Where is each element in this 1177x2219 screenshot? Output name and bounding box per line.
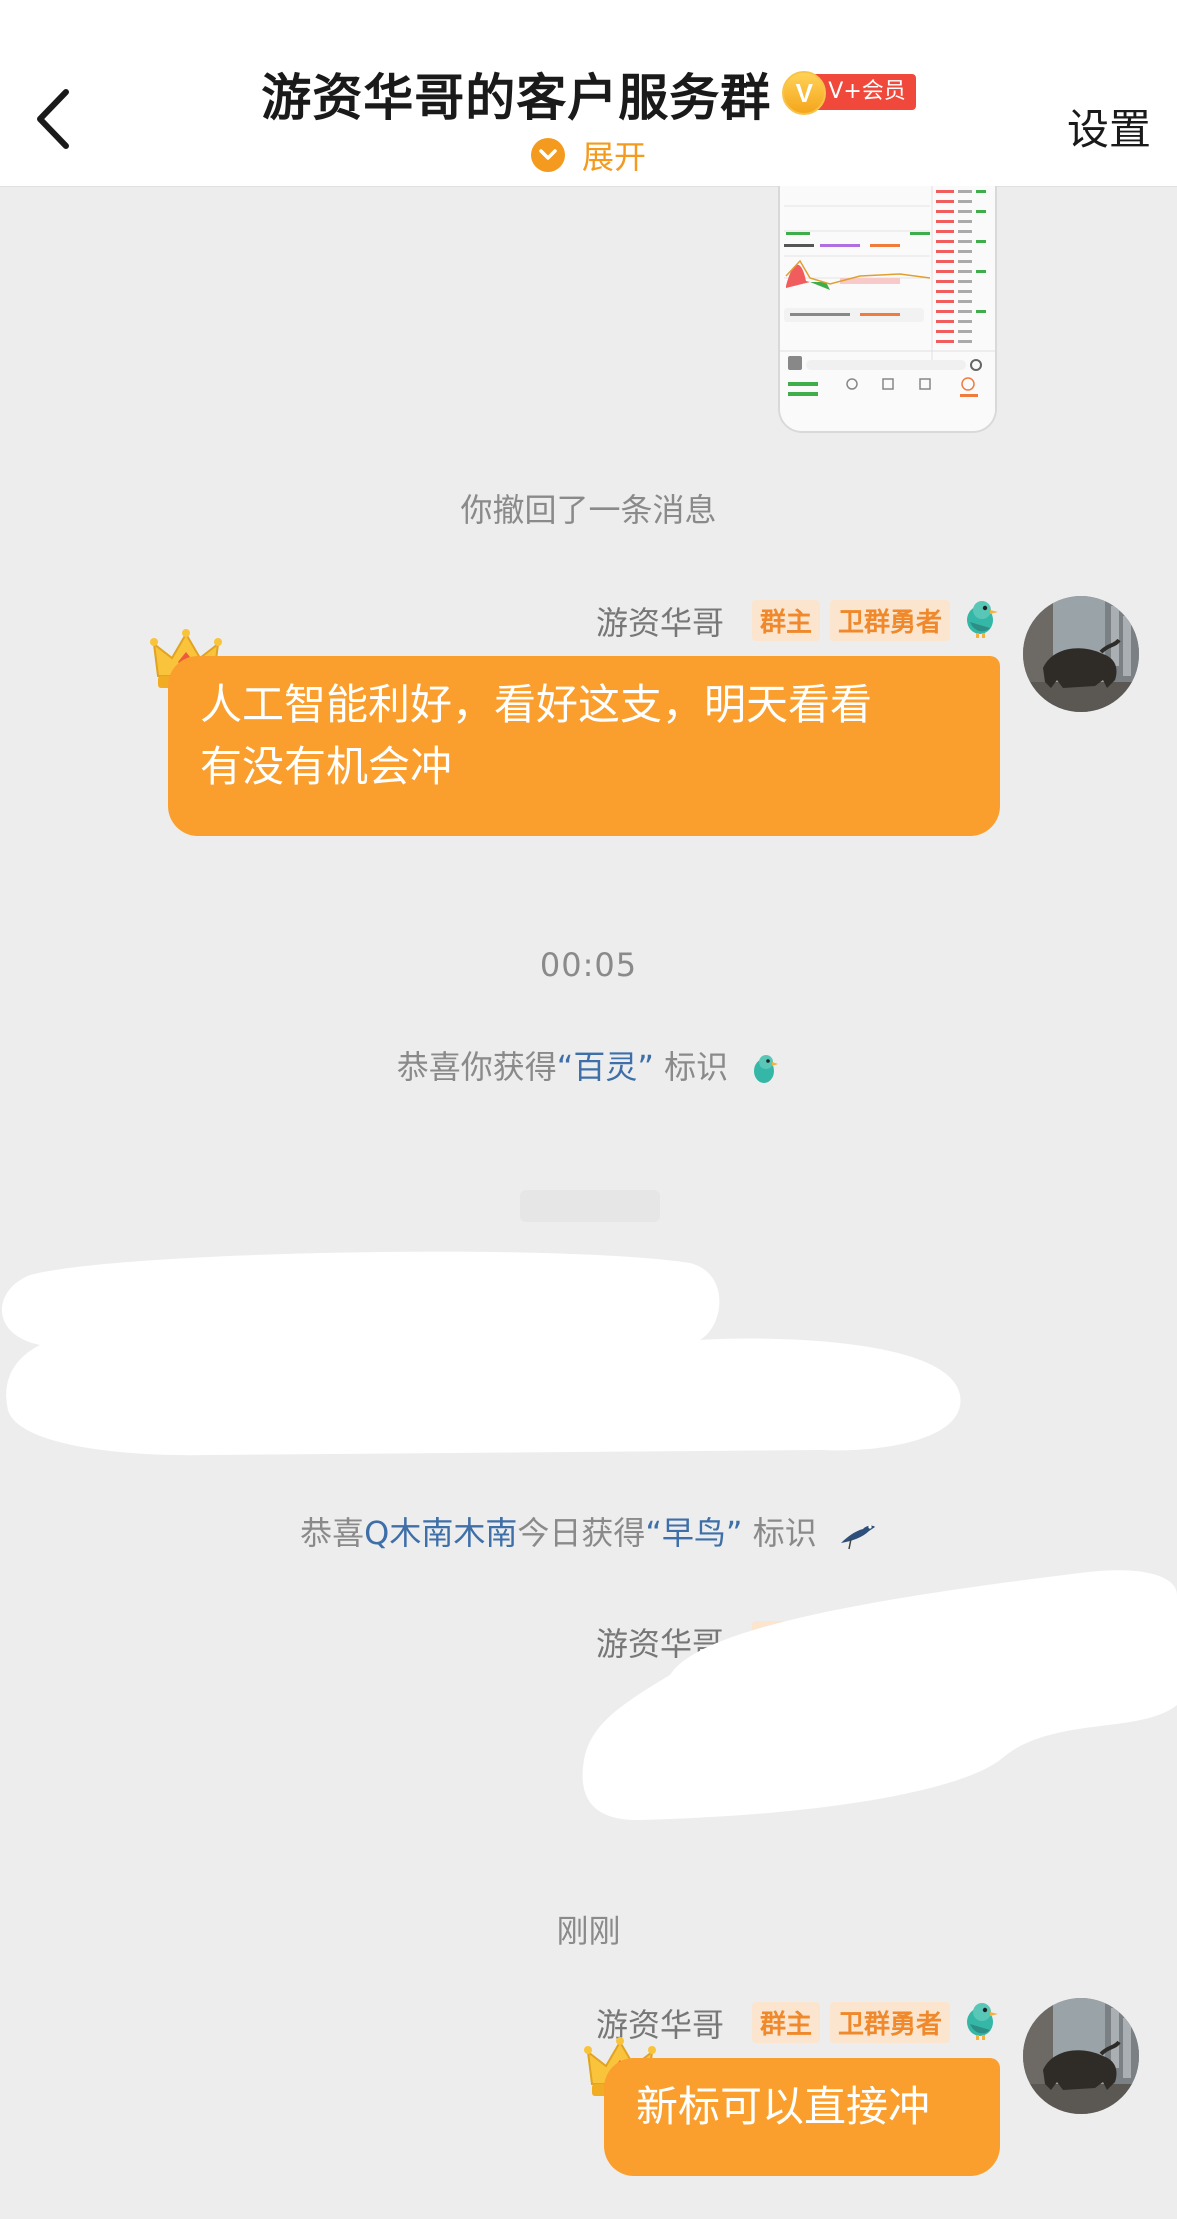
vip-v-icon: V	[782, 71, 827, 115]
timestamp: 刚刚	[0, 1906, 1177, 1952]
chat-header: 游资华哥的客户服务群 V V+会员 展开 设置	[0, 0, 1177, 187]
message-bubble[interactable]: 新标可以直接冲	[604, 2058, 1000, 2176]
stock-chart-thumbnail	[780, 186, 995, 431]
chevron-down-icon	[530, 138, 565, 172]
user-link[interactable]: Q木南木南	[364, 1514, 517, 1552]
notice-suffix: 标识	[752, 1514, 817, 1552]
redaction-blob	[1, 1251, 961, 1456]
settings-button[interactable]: 设置	[1067, 96, 1151, 157]
bull-statue-photo	[1023, 596, 1139, 712]
early-bird-notice: 恭喜Q木南木南今日获得“早鸟” 标识	[0, 1508, 1177, 1554]
message-bubble[interactable]: 人工智能利好，看好这支，明天看看 有没有机会冲	[168, 656, 1000, 836]
timestamp-text: 00:05	[539, 946, 638, 984]
owner-tag: 群主	[752, 2002, 821, 2043]
title-row: 游资华哥的客户服务群 V V+会员	[0, 58, 1177, 130]
expand-toggle[interactable]: 展开	[0, 132, 1177, 178]
owner-tag: 群主	[752, 600, 821, 641]
bull-statue-photo	[1023, 1998, 1139, 2114]
redaction-blob	[582, 1570, 1177, 1821]
guard-tag: 卫群勇者	[830, 2002, 951, 2043]
bird-badge-icon	[967, 2003, 998, 2040]
expand-label: 展开	[582, 138, 647, 176]
avatar[interactable]	[1023, 1998, 1139, 2114]
stock-screenshot-image[interactable]	[778, 186, 997, 433]
guard-tag: 卫群勇者	[830, 600, 951, 641]
notice-prefix: 恭喜	[300, 1514, 365, 1552]
timestamp-text: 刚刚	[556, 1912, 621, 1950]
badge-name-link[interactable]: “早鸟”	[645, 1514, 742, 1552]
sender-name[interactable]: 游资华哥	[596, 598, 724, 644]
bird-badge-icon	[754, 1055, 779, 1083]
message-text-line2: 有没有机会冲	[200, 742, 453, 791]
recall-notice: 你撤回了一条消息	[460, 491, 717, 529]
badge-name-link[interactable]: “百灵”	[557, 1048, 654, 1086]
message-text: 新标可以直接冲	[636, 2082, 931, 2131]
badge-notice-prefix: 恭喜你获得	[396, 1048, 557, 1086]
message-text-line1: 人工智能利好，看好这支，明天看看	[200, 680, 873, 729]
avatar[interactable]	[1023, 596, 1139, 712]
notice-middle: 今日获得	[517, 1514, 646, 1552]
timestamp: 00:05	[0, 946, 1177, 984]
badge-notice-suffix: 标识	[664, 1048, 729, 1086]
vip-badge[interactable]: V V+会员	[782, 71, 916, 115]
badge-notice: 恭喜你获得“百灵” 标识	[0, 1042, 1177, 1088]
obscured-region	[520, 1190, 660, 1222]
group-title[interactable]: 游资华哥的客户服务群	[261, 58, 771, 130]
bird-badge-icon	[967, 601, 998, 638]
early-bird-icon	[840, 1525, 875, 1550]
